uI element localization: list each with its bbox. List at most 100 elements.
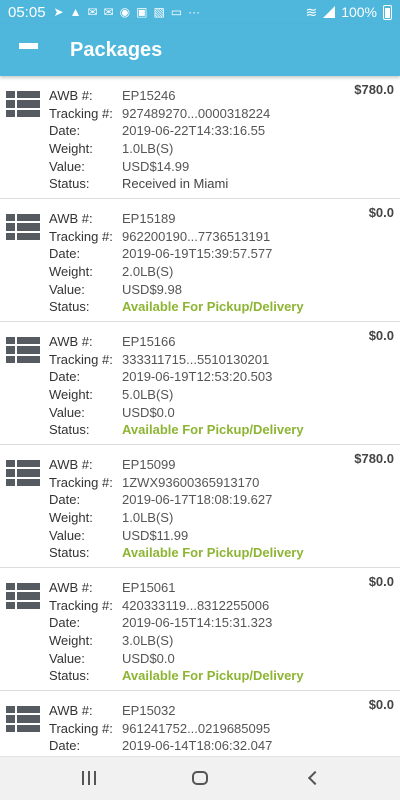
awb-label: AWB #: xyxy=(49,580,93,596)
list-item[interactable]: $0.0 AWB #: EP15032 Tracking #: 961241752...… xyxy=(0,691,400,756)
status-row: Status: Available For Pickup/Delivery xyxy=(49,421,304,439)
package-list-icon xyxy=(6,214,40,240)
menu-button[interactable] xyxy=(0,24,56,76)
status-label: Status: xyxy=(49,668,90,684)
value-value: USD$14.99 xyxy=(122,158,190,174)
date-value: 2019-06-19T15:39:57.577 xyxy=(122,246,273,262)
status-label: Status: xyxy=(49,545,90,561)
signal-icon xyxy=(323,6,336,18)
date-value: 2019-06-22T14:33:16.55 xyxy=(122,123,266,139)
image-icon: ▧ xyxy=(153,5,165,19)
tracking-row: Tracking #: 1ZWX93600365913170 xyxy=(49,474,304,492)
package-list[interactable]: $780.0 AWB #: EP15246 Tracking #: 927489270.… xyxy=(0,76,400,756)
home-button[interactable] xyxy=(192,771,208,785)
date-row: Date: 2019-06-15T14:15:31.323 xyxy=(49,614,304,632)
battery-icon xyxy=(383,4,392,20)
awb-label: AWB #: xyxy=(49,457,93,473)
list-item[interactable]: $0.0 AWB #: EP15166 Tracking #: 333311715...… xyxy=(0,322,400,445)
date-row: Date: 2019-06-19T12:53:20.503 xyxy=(49,368,304,386)
weight-label: Weight: xyxy=(49,141,93,157)
tracking-row: Tracking #: 962200190...7736513191 xyxy=(49,228,304,246)
status-row: Status: Available For Pickup/Delivery xyxy=(49,544,304,562)
tracking-row: Tracking #: 420333119...8312255006 xyxy=(49,597,304,615)
value-row: Value: USD$9.98 xyxy=(49,280,304,298)
value-label: Value: xyxy=(49,158,85,174)
back-button[interactable] xyxy=(307,770,323,786)
gmail-icon: ✉ xyxy=(87,5,98,19)
value-row: Value: USD$11.99 xyxy=(49,526,304,544)
tracking-label: Tracking #: xyxy=(49,105,113,121)
list-item[interactable]: $0.0 AWB #: EP15189 Tracking #: 962200190...… xyxy=(0,199,400,322)
value-row: Value: USD$14.99 xyxy=(49,157,270,175)
package-amount: $0.0 xyxy=(368,328,394,343)
date-label: Date: xyxy=(49,492,81,508)
date-value: 2019-06-14T18:06:32.047 xyxy=(122,738,273,754)
list-item[interactable]: $780.0 AWB #: EP15246 Tracking #: 927489270.… xyxy=(0,76,400,199)
weight-value: 1.0LB(S) xyxy=(122,141,174,157)
awb-label: AWB #: xyxy=(49,703,93,719)
date-value: 2019-06-17T18:08:19.627 xyxy=(122,492,273,508)
date-row: Date: 2019-06-19T15:39:57.577 xyxy=(49,245,304,263)
value-value: USD$0.0 xyxy=(122,650,175,666)
alert-icon: ▲ xyxy=(69,5,82,19)
tracking-row: Tracking #: 333311715...5510130201 xyxy=(49,351,304,369)
weight-label: Weight: xyxy=(49,633,93,649)
package-fields: AWB #: EP15189 Tracking #: 962200190...7736… xyxy=(49,210,304,316)
package-amount: $0.0 xyxy=(368,574,394,589)
tracking-value: 420333119...8312255006 xyxy=(122,597,270,613)
list-item[interactable]: $0.0 AWB #: EP15061 Tracking #: 420333119...… xyxy=(0,568,400,691)
status-value: Received in Miami xyxy=(122,176,229,192)
value-value: USD$0.0 xyxy=(122,404,175,420)
weight-row: Weight: 3.0LB(S) xyxy=(49,632,304,650)
awb-value: EP15246 xyxy=(122,88,176,104)
package-fields: AWB #: EP15061 Tracking #: 420333119...8312… xyxy=(49,579,304,685)
status-row: Status: Available For Pickup/Delivery xyxy=(49,667,304,685)
weight-label: Weight: xyxy=(49,510,93,526)
status-label: Status: xyxy=(49,299,90,315)
awb-row: AWB #: EP15189 xyxy=(49,210,304,228)
date-label: Date: xyxy=(49,615,81,631)
date-label: Date: xyxy=(49,369,81,385)
status-value: Available For Pickup/Delivery xyxy=(122,668,304,684)
package-amount: $0.0 xyxy=(368,697,394,712)
awb-label: AWB #: xyxy=(49,211,93,227)
camera-icon: ◉ xyxy=(119,5,131,19)
tracking-value: 962200190...7736513191 xyxy=(122,228,271,244)
weight-row: Weight: 1.0LB(S) xyxy=(49,509,304,527)
weight-value: 5.0LB(S) xyxy=(122,387,174,403)
list-item[interactable]: $780.0 AWB #: EP15099 Tracking #: 1ZWX936003… xyxy=(0,445,400,568)
date-row: Date: 2019-06-17T18:08:19.627 xyxy=(49,491,304,509)
weight-row: Weight: 1.0LB(S) xyxy=(49,140,270,158)
weight-row: Weight: 5.0LB(S) xyxy=(49,386,304,404)
date-label: Date: xyxy=(49,738,81,754)
tracking-row: Tracking #: 961241752...0219685095 xyxy=(49,720,272,738)
awb-row: AWB #: EP15099 xyxy=(49,456,304,474)
date-row: Date: 2019-06-14T18:06:32.047 xyxy=(49,737,272,755)
date-value: 2019-06-15T14:15:31.323 xyxy=(122,615,273,631)
tracking-label: Tracking #: xyxy=(49,597,113,613)
status-value: Available For Pickup/Delivery xyxy=(122,545,304,561)
awb-value: EP15032 xyxy=(122,703,176,719)
weight-label: Weight: xyxy=(49,387,93,403)
date-label: Date: xyxy=(49,123,81,139)
status-label: Status: xyxy=(49,176,90,192)
weight-value: 1.0LB(S) xyxy=(122,510,174,526)
package-amount: $0.0 xyxy=(368,205,394,220)
value-value: USD$11.99 xyxy=(122,527,189,543)
laptop-icon: ▭ xyxy=(170,5,183,19)
status-value: Available For Pickup/Delivery xyxy=(122,299,304,315)
value-label: Value: xyxy=(49,527,85,543)
package-list-icon xyxy=(6,460,40,486)
value-row: Value: USD$0.0 xyxy=(49,649,304,667)
tracking-label: Tracking #: xyxy=(49,474,113,490)
recent-apps-button[interactable] xyxy=(82,771,96,785)
page-title: Packages xyxy=(70,38,163,61)
tracking-value: 961241752...0219685095 xyxy=(122,720,271,736)
awb-value: EP15099 xyxy=(122,457,176,473)
value-row: Value: USD$0.0 xyxy=(49,403,304,421)
status-row: Status: Available For Pickup/Delivery xyxy=(49,298,304,316)
date-row: Date: 2019-06-22T14:33:16.55 xyxy=(49,122,270,140)
tracking-value: 1ZWX93600365913170 xyxy=(122,474,260,490)
awb-label: AWB #: xyxy=(49,88,93,104)
gmail-icon: ✉ xyxy=(103,5,114,19)
